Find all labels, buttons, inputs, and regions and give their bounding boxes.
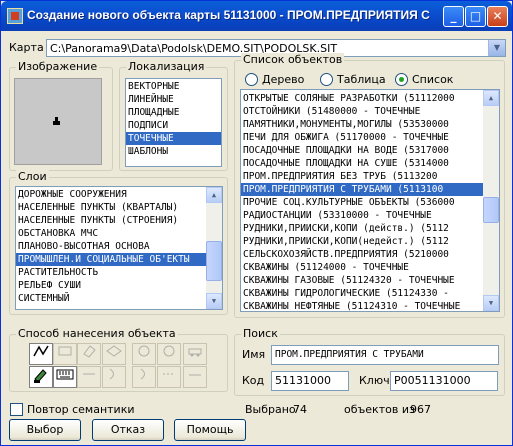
rectangle-icon[interactable] [53, 343, 77, 365]
polyline-icon[interactable] [29, 343, 53, 365]
select-button[interactable]: Выбор [9, 419, 81, 441]
rhombus-icon[interactable] [102, 343, 126, 365]
object-item[interactable]: ОТСТОЙНИКИ (51480000 - ТОЧЕЧНЫЕ [241, 105, 483, 118]
objects-scrollbar[interactable]: ▲ ▼ [483, 90, 499, 311]
vehicle-icon[interactable] [183, 343, 207, 365]
object-item[interactable]: РУДНИКИ,ПРИИСКИ,КОПИ(недейст.) (5112 [241, 235, 483, 248]
selected-label: Выбрано [245, 403, 296, 416]
scroll-up-icon[interactable]: ▲ [206, 187, 222, 203]
layers-scrollbar[interactable]: ▲ ▼ [206, 187, 222, 309]
localization-item[interactable]: ШАБЛОНЫ [126, 145, 221, 158]
cancel-button[interactable]: Отказ [92, 419, 164, 441]
circle-center-icon[interactable] [157, 343, 181, 365]
object-item[interactable]: РАДИОСТАНЦИИ (53310000 - ТОЧЕЧНЫЕ [241, 209, 483, 222]
close-button[interactable]: ✕ [487, 6, 508, 27]
chevron-down-icon[interactable]: ▼ [488, 40, 505, 56]
radio-table[interactable] [320, 73, 333, 86]
scroll-thumb[interactable] [206, 241, 222, 281]
code-field[interactable]: 51131000 [271, 371, 349, 391]
objects-list[interactable]: ОТКРЫТЫЕ СОЛЯНЫЕ РАЗРАБОТКИ (51112000 ОТС… [240, 89, 500, 312]
object-item[interactable]: ОТКРЫТЫЕ СОЛЯНЫЕ РАЗРАБОТКИ (51112000 [241, 92, 483, 105]
localization-item[interactable]: ЛИНЕЙНЫЕ [126, 93, 221, 106]
localization-item[interactable]: ВЕКТОРНЫЕ [126, 80, 221, 93]
object-preview [14, 78, 102, 165]
layer-item[interactable]: ДОРОЖНЫЕ СООРУЖЕНИЯ [16, 188, 206, 201]
selected-count: 74 [293, 403, 307, 416]
name-field[interactable]: ПРОМ.ПРЕДПРИЯТИЯ С ТРУБАМИ [271, 345, 499, 365]
radio-table-label: Таблица [337, 73, 386, 86]
object-item[interactable]: РУДНИКИ,ПРИИСКИ,КОПИ (действ.) (5112 [241, 222, 483, 235]
object-item[interactable]: ПРОЧИЕ СОЦ.КУЛЬТУРНЫЕ ОБЪЕКТЫ (536000 [241, 196, 483, 209]
layer-item[interactable]: РЕЛЬЕФ СУШИ [16, 279, 206, 292]
localization-item[interactable]: ПЛОЩАДНЫЕ [126, 106, 221, 119]
localization-item[interactable]: ТОЧЕЧНЫЕ [126, 132, 221, 145]
line-icon[interactable] [77, 366, 101, 388]
free-line-icon[interactable] [183, 366, 207, 388]
dialog-window: Создание нового объекта карты 51131000 -… [0, 0, 513, 446]
scroll-down-icon[interactable]: ▼ [483, 295, 499, 311]
localization-list[interactable]: ВЕКТОРНЫЕ ЛИНЕЙНЫЕ ПЛОЩАДНЫЕ ПОДПИСИ ТОЧЕЧНЫ… [125, 78, 222, 167]
curve-icon[interactable] [102, 366, 126, 388]
radio-tree-label: Дерево [262, 73, 305, 86]
help-button[interactable]: Помощь [174, 419, 246, 441]
scroll-thumb[interactable] [483, 197, 499, 223]
localization-item[interactable]: ПОДПИСИ [126, 119, 221, 132]
window-title: Создание нового объекта карты 51131000 -… [27, 8, 432, 22]
image-group-title: Изображение [16, 60, 100, 73]
key-field[interactable]: P0051131000 [390, 371, 498, 391]
repeat-semantics-checkbox[interactable] [10, 403, 23, 416]
layer-item[interactable]: ПРОМЫШЛЕН.И СОЦИАЛЬНЫЕ ОБ'ЕКТЫ [16, 253, 206, 266]
radio-tree[interactable] [245, 73, 258, 86]
layer-item[interactable]: РАСТИТЕЛЬНОСТЬ [16, 266, 206, 279]
maximize-button[interactable]: □ [465, 6, 486, 27]
method-group-title: Способ нанесения объекта [16, 327, 178, 340]
object-item[interactable]: ПОСАДОЧНЫЕ ПЛОЩАДКИ НА СУШЕ (5314000 [241, 157, 483, 170]
name-label: Имя [242, 348, 266, 361]
scroll-down-icon[interactable]: ▼ [206, 293, 222, 309]
object-item[interactable]: ПОСАДОЧНЫЕ ПЛОЩАДКИ НА ВОДЕ (5317000 [241, 144, 483, 157]
layer-item[interactable]: НАСЕЛЕННЫЕ ПУНКТЫ (СТРОЕНИЯ) [16, 214, 206, 227]
minimize-button[interactable]: _ [443, 6, 464, 27]
layer-item[interactable]: СИСТЕМНЫЙ [16, 292, 206, 305]
object-item[interactable]: ПЕЧИ ДЛЯ ОБЖИГА (51170000 - ТОЧЕЧНЫЕ [241, 131, 483, 144]
circle-icon[interactable] [132, 343, 156, 365]
radio-list-label: Список [412, 73, 454, 86]
object-item[interactable]: СКВАЖИНЫ (51124000 - ТОЧЕЧНЫЕ [241, 261, 483, 274]
object-item[interactable]: ПРОМ.ПРЕДПРИЯТИЯ С ТРУБАМИ (5113100 [241, 183, 483, 196]
objects-group-title: Список объектов [241, 53, 345, 66]
object-symbol-icon [53, 117, 60, 125]
arc-icon[interactable] [132, 366, 156, 388]
radio-list[interactable] [395, 73, 408, 86]
title-bar[interactable]: Создание нового объекта карты 51131000 -… [1, 1, 512, 31]
keyboard-icon[interactable] [53, 366, 77, 388]
object-item[interactable]: СКВАЖИНЫ ГИДРОЛОГИЧЕСКИЕ (51124330 - [241, 287, 483, 300]
object-item[interactable]: ПАМЯТНИКИ,МОНУМЕНТЫ,МОГИЛЫ (53530000 [241, 118, 483, 131]
total-count: 967 [410, 403, 431, 416]
object-item[interactable]: СКВАЖИНЫ ГАЗОВЫЕ (51124320 - ТОЧЕЧНЫЕ [241, 274, 483, 287]
object-item[interactable]: СЕЛЬСКОХОЗЯЙСТВ.ПРЕДПРИЯТИЯ (5210000 [241, 248, 483, 261]
total-label: объектов из [344, 403, 415, 416]
image-group: Изображение [9, 60, 113, 171]
localization-group-title: Локализация [126, 60, 207, 73]
dashed-line-icon[interactable] [157, 366, 181, 388]
layer-item[interactable]: ПЛАНОВО-ВЫСОТНАЯ ОСНОВА [16, 240, 206, 253]
search-group-title: Поиск [241, 327, 280, 340]
repeat-semantics-label: Повтор семантики [27, 403, 135, 416]
key-label: Ключ [359, 374, 390, 387]
rotated-rectangle-icon[interactable] [77, 343, 101, 365]
code-label: Код [242, 374, 265, 387]
layers-list[interactable]: ДОРОЖНЫЕ СООРУЖЕНИЯ НАСЕЛЕННЫЕ ПУНКТЫ (КВ… [15, 186, 223, 310]
scroll-up-icon[interactable]: ▲ [483, 90, 499, 106]
layer-item[interactable]: ОБСТАНОВКА МЧС [16, 227, 206, 240]
object-item[interactable]: СКВАЖИНЫ НЕФТЯНЫЕ (51124310 - ТОЧЕЧНЫЕ [241, 300, 483, 311]
object-item[interactable]: ПРОМ.ПРЕДПРИЯТИЯ БЕЗ ТРУБ (5113200 [241, 170, 483, 183]
map-label: Карта [9, 41, 44, 54]
pencil-icon[interactable] [29, 366, 53, 388]
app-icon [7, 8, 23, 24]
layer-item[interactable]: НАСЕЛЕННЫЕ ПУНКТЫ (КВАРТАЛЫ) [16, 201, 206, 214]
layers-group-title: Слои [16, 170, 49, 183]
